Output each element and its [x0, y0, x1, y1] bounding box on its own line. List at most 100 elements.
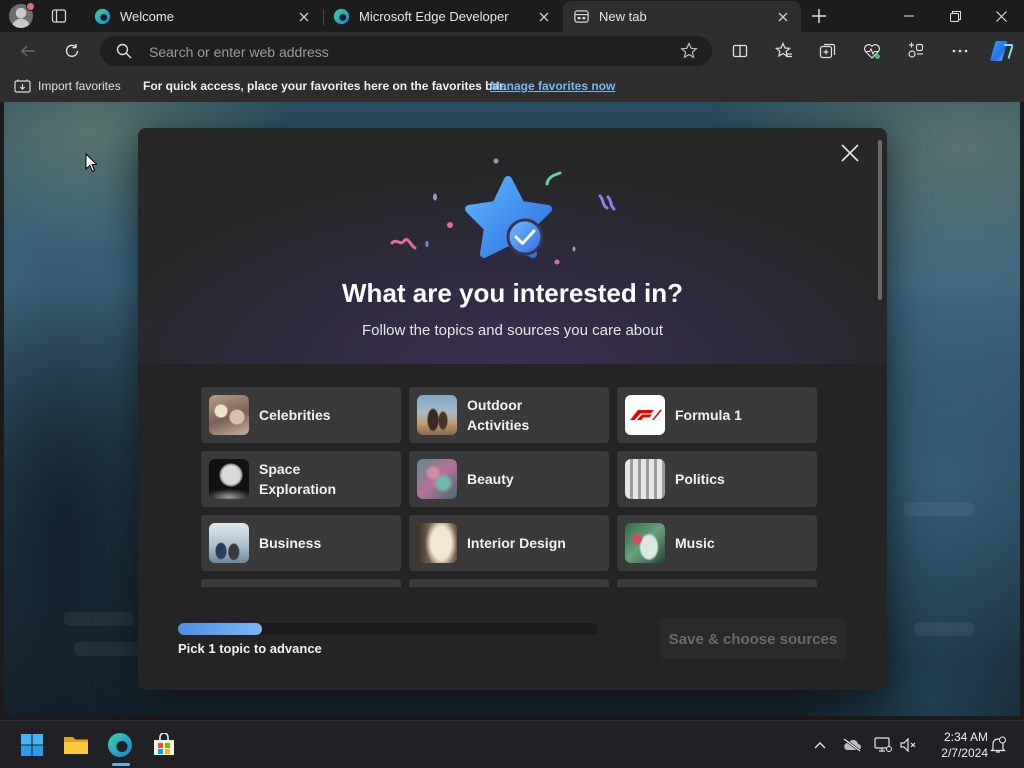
progress-fill [178, 623, 262, 635]
close-icon [778, 12, 788, 21]
active-app-indicator [112, 763, 130, 766]
tab-microsoft-edge-developer[interactable]: Microsoft Edge Developer [323, 1, 562, 32]
topic-politics[interactable]: Politics [617, 451, 817, 507]
plus-icon [812, 9, 826, 23]
clock-date: 2/7/2024 [941, 746, 988, 760]
formula-1-logo [625, 395, 665, 435]
onedrive-tray-button[interactable] [842, 735, 862, 755]
restore-button[interactable] [932, 0, 978, 32]
notification-bell-icon [990, 736, 1006, 753]
edge-taskbar-button[interactable] [104, 729, 136, 761]
restore-icon [949, 10, 961, 22]
heart-pulse-icon [863, 44, 881, 59]
back-arrow-icon [21, 45, 35, 57]
save-and-choose-sources-button[interactable]: Save & choose sources [660, 619, 846, 659]
topic-business[interactable]: Business [201, 515, 401, 571]
topic-celebrities[interactable]: Celebrities [201, 387, 401, 443]
new-tab-page-icon [574, 10, 589, 23]
tab-actions-button[interactable] [48, 6, 70, 26]
extensions-workspaces-button[interactable] [903, 39, 929, 63]
topic-label: Outdoor Activities [467, 397, 530, 433]
address-placeholder: Search or enter web address [149, 44, 329, 60]
favorites-bar: Import favorites For quick access, place… [0, 70, 1024, 102]
topic-formula-1[interactable]: Formula 1 [617, 387, 817, 443]
tab-title: New tab [599, 9, 647, 24]
import-favorites-button[interactable]: Import favorites [14, 78, 121, 94]
settings-and-more-button[interactable] [947, 39, 973, 63]
add-favorite-star-icon[interactable] [680, 42, 698, 60]
topic-interior-design[interactable]: Interior Design [409, 515, 609, 571]
show-hidden-icons-button[interactable] [810, 735, 830, 755]
back-button[interactable] [15, 39, 41, 63]
notification-dot [26, 2, 35, 11]
space-exploration-thumbnail [209, 459, 249, 499]
topic-label: Interior Design [467, 535, 566, 551]
close-icon [539, 12, 549, 21]
tab-strip: Welcome Microsoft Edge Developer New tab [0, 0, 1024, 32]
taskbar-clock[interactable]: 2:34 AM 2/7/2024 [926, 729, 988, 761]
topic-space-exploration[interactable]: Space Exploration [201, 451, 401, 507]
chevron-up-icon [814, 742, 826, 749]
blurred-content [914, 622, 974, 636]
file-explorer-icon [64, 737, 88, 754]
edge-icon [333, 8, 350, 25]
notifications-button[interactable] [988, 735, 1008, 755]
tab-new-tab[interactable]: New tab [563, 1, 801, 32]
dialog-close-button[interactable] [838, 141, 862, 165]
topic-beauty[interactable]: Beauty [409, 451, 609, 507]
close-icon [995, 10, 1007, 22]
mouse-cursor-icon [85, 153, 97, 173]
refresh-button[interactable] [59, 39, 85, 63]
profile-avatar-button[interactable] [9, 2, 35, 28]
minimize-icon [904, 15, 914, 17]
cloud-offline-icon [843, 738, 861, 752]
browser-essentials-button[interactable] [859, 39, 885, 63]
start-button[interactable] [16, 729, 48, 761]
favorites-bar-message: For quick access, place your favorites h… [143, 79, 507, 93]
tab-close-button[interactable] [294, 7, 314, 27]
import-icon [14, 79, 31, 93]
favorites-icon [775, 42, 792, 58]
favorites-button[interactable] [771, 39, 797, 63]
minimize-button[interactable] [886, 0, 932, 32]
refresh-icon [65, 44, 79, 57]
tab-welcome[interactable]: Welcome [84, 1, 322, 32]
microsoft-store-button[interactable] [148, 729, 180, 761]
tab-close-button[interactable] [534, 7, 554, 27]
tab-actions-icon [51, 9, 67, 23]
topic-music[interactable]: Music [617, 515, 817, 571]
star-checkmark-illustration [390, 158, 616, 265]
volume-tray-button[interactable] [898, 735, 918, 755]
f1-logo-icon [630, 410, 662, 420]
edge-icon [94, 8, 111, 25]
collections-button[interactable] [815, 39, 841, 63]
celebrities-thumbnail [209, 395, 249, 435]
topic-tile-partial[interactable] [617, 579, 817, 587]
more-dots-icon [952, 49, 968, 53]
close-icon [841, 144, 859, 162]
close-icon [299, 12, 309, 21]
collections-icon [819, 43, 836, 59]
network-tray-button[interactable] [873, 735, 893, 755]
new-tab-button[interactable] [806, 4, 832, 28]
navigation-toolbar: Search or enter web address [0, 32, 1024, 70]
close-window-button[interactable] [978, 0, 1024, 32]
topic-label: Formula 1 [675, 407, 742, 423]
topic-tile-partial[interactable] [201, 579, 401, 587]
interior-design-thumbnail [417, 523, 457, 563]
topic-outdoor-activities[interactable]: Outdoor Activities [409, 387, 609, 443]
topic-label: Celebrities [259, 407, 331, 423]
music-thumbnail [625, 523, 665, 563]
topic-tile-partial[interactable] [409, 579, 609, 587]
dialog-scrollbar[interactable] [878, 140, 882, 300]
dialog-title: What are you interested in? [342, 278, 683, 308]
split-screen-button[interactable] [727, 39, 753, 63]
tab-close-button[interactable] [773, 7, 793, 27]
microsoft-store-icon [154, 733, 174, 755]
copilot-button[interactable] [988, 39, 1014, 63]
address-bar[interactable]: Search or enter web address [100, 36, 712, 66]
manage-favorites-link[interactable]: Manage favorites now [490, 79, 615, 93]
dialog-subtitle: Follow the topics and sources you care a… [361, 322, 663, 339]
file-explorer-button[interactable] [60, 729, 92, 761]
windows-taskbar: 2:34 AM 2/7/2024 [0, 720, 1024, 768]
